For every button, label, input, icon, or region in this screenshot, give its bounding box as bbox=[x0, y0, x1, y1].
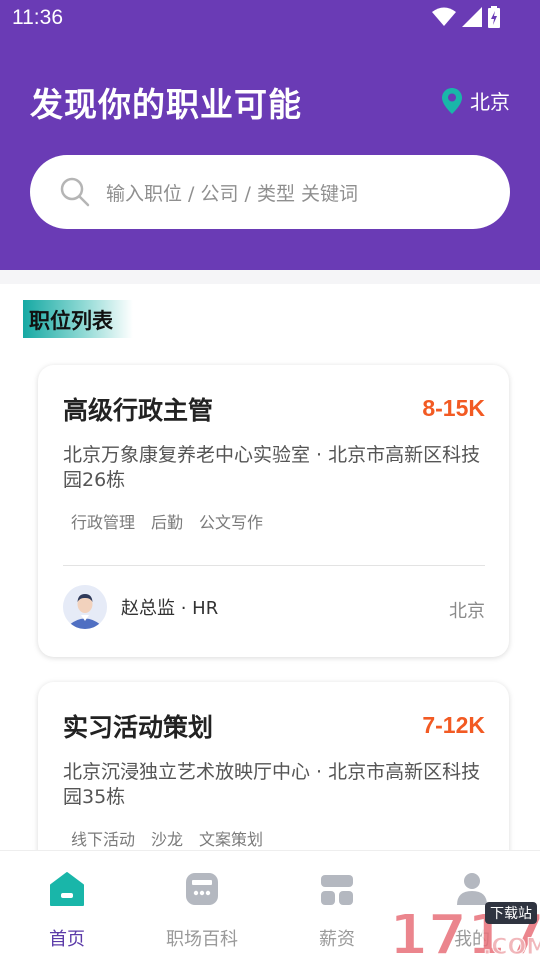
job-company: 北京沉浸独立艺术放映厅中心 · 北京市高新区科技园35栋 bbox=[63, 761, 481, 808]
job-tag: 线下活动 bbox=[71, 830, 136, 849]
job-tag: 行政管理 bbox=[71, 513, 136, 532]
tab-label: 首页 bbox=[49, 929, 85, 950]
header: 11:36 发现你的职业可能 北京 输入职位 / 公司 / 类型 关键词 bbox=[0, 0, 540, 270]
encyclopedia-icon bbox=[186, 873, 218, 905]
job-city: 北京 bbox=[449, 601, 485, 622]
avatar bbox=[63, 585, 107, 629]
status-icons bbox=[432, 6, 500, 28]
recruiter-info: 赵总监 · HR bbox=[63, 585, 218, 629]
tab-encyclopedia[interactable]: 职场百科 bbox=[152, 871, 252, 951]
status-bar: 11:36 bbox=[0, 0, 540, 38]
location-selector[interactable]: 北京 bbox=[442, 86, 510, 115]
job-list-section: 职位列表 高级行政主管 8-15K 北京万象康复养老中心实验室 · 北京市高新区… bbox=[0, 284, 540, 882]
job-salary: 7-12K bbox=[422, 712, 485, 738]
job-tags: 线下活动 沙龙 文案策划 bbox=[63, 826, 271, 850]
job-tags: 行政管理 后勤 公文写作 bbox=[63, 509, 271, 533]
search-input[interactable]: 输入职位 / 公司 / 类型 关键词 bbox=[30, 155, 510, 229]
watermark-logo: 17178 .COM 下载站 bbox=[388, 902, 540, 960]
section-title-highlight: 职位列表 bbox=[23, 300, 133, 338]
job-tag: 公文写作 bbox=[199, 513, 264, 532]
job-card[interactable]: 高级行政主管 8-15K 北京万象康复养老中心实验室 · 北京市高新区科技园26… bbox=[38, 365, 509, 657]
job-tag: 文案策划 bbox=[199, 830, 264, 849]
signal-icon bbox=[462, 7, 482, 27]
job-title: 高级行政主管 bbox=[63, 396, 214, 425]
recruiter-name: 赵总监 · HR bbox=[121, 598, 219, 619]
watermark-domain: .COM bbox=[483, 935, 540, 960]
wifi-icon bbox=[432, 7, 456, 26]
status-time: 11:36 bbox=[12, 6, 63, 29]
search-icon bbox=[60, 177, 90, 207]
location-pin-icon bbox=[442, 87, 462, 114]
tab-home[interactable]: 首页 bbox=[17, 871, 117, 951]
job-tag: 沙龙 bbox=[151, 830, 184, 849]
page-title: 发现你的职业可能 bbox=[30, 85, 302, 124]
location-label: 北京 bbox=[470, 90, 510, 114]
tab-label: 职场百科 bbox=[166, 929, 238, 950]
section-title: 职位列表 bbox=[29, 309, 113, 333]
home-icon bbox=[50, 872, 84, 906]
battery-icon bbox=[488, 6, 500, 28]
watermark-badge: 下载站 bbox=[490, 906, 532, 922]
job-salary: 8-15K bbox=[422, 395, 485, 421]
job-tag: 后勤 bbox=[151, 513, 184, 532]
divider bbox=[63, 565, 485, 566]
search-placeholder: 输入职位 / 公司 / 类型 关键词 bbox=[106, 182, 359, 205]
job-title: 实习活动策划 bbox=[63, 713, 214, 742]
job-company: 北京万象康复养老中心实验室 · 北京市高新区科技园26栋 bbox=[63, 444, 481, 491]
